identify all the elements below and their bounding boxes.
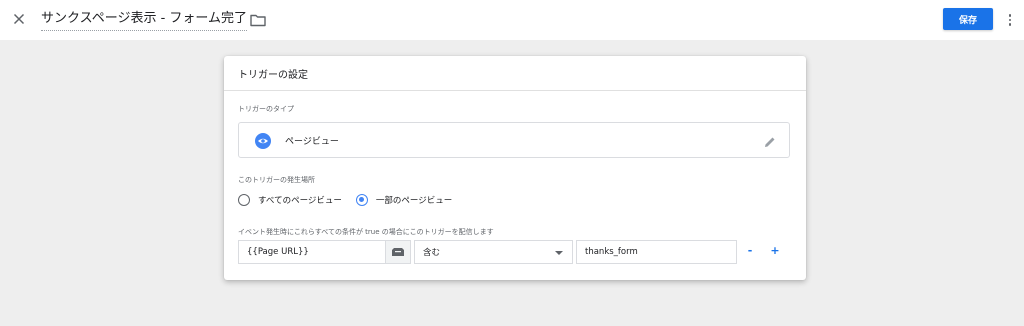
trigger-name-title[interactable]: サンクスページ表示 - フォーム完了 — [41, 11, 248, 31]
top-bar: サンクスページ表示 - フォーム完了 保存 — [0, 0, 1024, 40]
fires-on-radio-group: すべてのページビュー 一部のページビュー — [238, 192, 466, 208]
radio-all-label: すべてのページビュー — [258, 196, 342, 206]
condition-label: イベント発生時にこれらすべての条件が true の場合にこのトリガーを配信します — [238, 228, 494, 236]
trigger-type-label: トリガーのタイプ — [238, 105, 294, 113]
add-condition-button[interactable]: + — [769, 244, 781, 257]
radio-unchecked-icon — [238, 194, 250, 206]
radio-some-label: 一部のページビュー — [375, 196, 453, 206]
remove-condition-button[interactable]: - — [744, 244, 756, 257]
variable-icon[interactable] — [385, 240, 411, 264]
eye-icon — [255, 133, 271, 149]
fires-on-label: このトリガーの発生場所 — [238, 176, 315, 184]
trigger-type-name: ページビュー — [285, 137, 339, 147]
condition-operator-select[interactable]: 含む — [414, 240, 573, 264]
condition-variable-field[interactable]: {{Page URL}} — [238, 240, 385, 264]
close-icon[interactable] — [8, 8, 30, 30]
more-vert-icon[interactable] — [1005, 11, 1015, 29]
folder-icon[interactable] — [249, 11, 267, 29]
condition-value-field[interactable]: thanks_form — [576, 240, 737, 264]
radio-all-pageviews[interactable]: すべてのページビュー — [238, 194, 342, 206]
card-title: トリガーの設定 — [224, 56, 806, 91]
save-button[interactable]: 保存 — [943, 8, 993, 30]
trigger-config-card: トリガーの設定 トリガーのタイプ ページビュー このトリガーの発生場所 すべての… — [224, 56, 806, 280]
condition-operator-value: 含む — [423, 248, 441, 258]
radio-some-pageviews[interactable]: 一部のページビュー — [355, 194, 453, 206]
trigger-type-selector[interactable]: ページビュー — [238, 122, 790, 158]
radio-checked-icon — [355, 194, 368, 206]
pencil-icon[interactable] — [763, 134, 777, 148]
dropdown-caret-icon — [555, 251, 563, 255]
